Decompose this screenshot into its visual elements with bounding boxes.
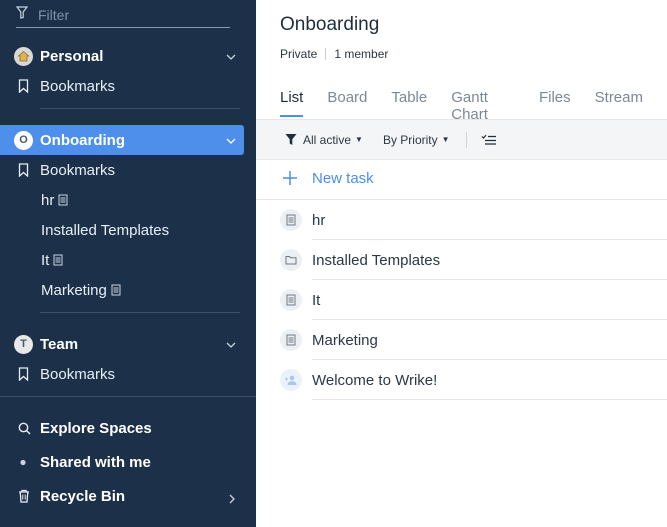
sidebar-item-label: It [41,251,50,269]
main-panel: Onboarding Private 1 member List Board T… [256,0,667,527]
add-user-icon [280,369,302,391]
sidebar-item-bookmarks[interactable]: Bookmarks [0,359,256,389]
list-item-label: Marketing [312,331,378,349]
sidebar-item-installed-templates[interactable]: Installed Templates [0,215,256,245]
sidebar-item-explore-spaces[interactable]: Explore Spaces [0,413,256,443]
document-icon [280,329,302,351]
tab-stream[interactable]: Stream [595,89,643,117]
sidebar-item-bookmarks[interactable]: Bookmarks [0,155,256,185]
list-item-marketing[interactable]: Marketing [280,320,667,360]
tab-list[interactable]: List [280,89,304,117]
divider [465,131,467,148]
list-item-label: It [312,291,321,309]
sidebar-item-label: Bookmarks [40,161,116,179]
sidebar-item-label: Shared with me [40,453,151,471]
space-onboarding[interactable]: O Onboarding [0,125,244,155]
space-meta: Private 1 member [280,47,388,61]
bookmark-icon [18,79,31,93]
list-item-label: Welcome to Wrike! [312,371,438,389]
status-filter-label: All active [303,132,352,147]
sidebar-item-it[interactable]: It [0,245,256,275]
bookmark-icon [18,367,31,381]
divider [0,396,256,397]
sidebar-item-marketing[interactable]: Marketing [0,275,256,305]
filter-field[interactable] [15,2,230,28]
divider [312,399,667,400]
document-icon [280,289,302,311]
page-title: Onboarding [280,14,380,35]
checklist-view-button[interactable] [481,134,497,146]
divider [40,108,240,109]
new-task-button[interactable]: New task [280,168,374,188]
list-item-label: Installed Templates [312,251,441,269]
status-filter-button[interactable]: All active ▼ [285,133,363,147]
privacy-label[interactable]: Private [280,47,317,61]
space-name: Personal [40,47,104,65]
onboarding-avatar: O [14,130,33,150]
tab-gantt-chart[interactable]: Gantt Chart [451,89,515,123]
sidebar-item-label: hr [41,191,55,209]
sort-button[interactable]: By Priority ▼ [383,133,450,147]
caret-down-icon: ▼ [441,135,450,144]
sidebar-item-bookmarks[interactable]: Bookmarks [0,71,256,101]
plus-icon [280,168,300,188]
view-tabs: List Board Table Gantt Chart Files Strea… [280,89,667,123]
sidebar-item-recycle-bin[interactable]: Recycle Bin [0,481,256,511]
filter-icon [285,133,297,146]
personal-avatar [14,46,33,66]
tab-board[interactable]: Board [327,89,367,117]
dot-icon [18,456,31,469]
sidebar-item-label: Bookmarks [40,365,116,383]
list-item-label: hr [312,211,326,229]
members-label[interactable]: 1 member [334,47,388,61]
sort-label: By Priority [382,132,438,147]
sidebar-item-label: Installed Templates [41,221,170,239]
caret-down-icon: ▼ [355,135,363,144]
new-task-label: New task [312,169,374,187]
list-item-installed-templates[interactable]: Installed Templates [280,240,667,280]
chevron-down-icon[interactable] [226,337,236,355]
sidebar: Personal Bookmarks O Onboarding Bookmark… [0,0,256,527]
tab-files[interactable]: Files [539,89,571,117]
space-personal[interactable]: Personal [0,41,256,71]
folder-icon [280,249,302,271]
document-icon [58,194,68,206]
space-team[interactable]: T Team [0,329,256,359]
document-icon [280,209,302,231]
filter-input[interactable] [38,6,218,23]
list-toolbar: All active ▼ By Priority ▼ [256,119,667,160]
team-avatar: T [14,334,33,354]
divider [40,312,240,313]
chevron-down-icon[interactable] [226,133,236,151]
document-icon [111,284,121,296]
sidebar-item-hr[interactable]: hr [0,185,256,215]
tab-table[interactable]: Table [391,89,427,117]
sidebar-item-label: Recycle Bin [40,487,126,505]
list-item-welcome[interactable]: Welcome to Wrike! [280,360,667,400]
sidebar-item-label: Bookmarks [40,77,116,95]
document-icon [53,254,63,266]
space-name: Team [40,335,79,353]
chevron-right-icon[interactable] [228,491,236,508]
checklist-icon [481,134,497,146]
search-icon [18,422,31,435]
divider [325,48,327,60]
sidebar-item-label: Explore Spaces [40,419,152,437]
trash-icon [18,489,31,503]
list-item-hr[interactable]: hr [280,200,667,240]
bookmark-icon [18,163,31,177]
filter-icon [15,5,38,24]
sidebar-item-label: Marketing [41,281,107,299]
chevron-down-icon[interactable] [226,49,236,67]
list-item-it[interactable]: It [280,280,667,320]
sidebar-item-shared-with-me[interactable]: Shared with me [0,447,256,477]
space-name: Onboarding [40,131,125,149]
